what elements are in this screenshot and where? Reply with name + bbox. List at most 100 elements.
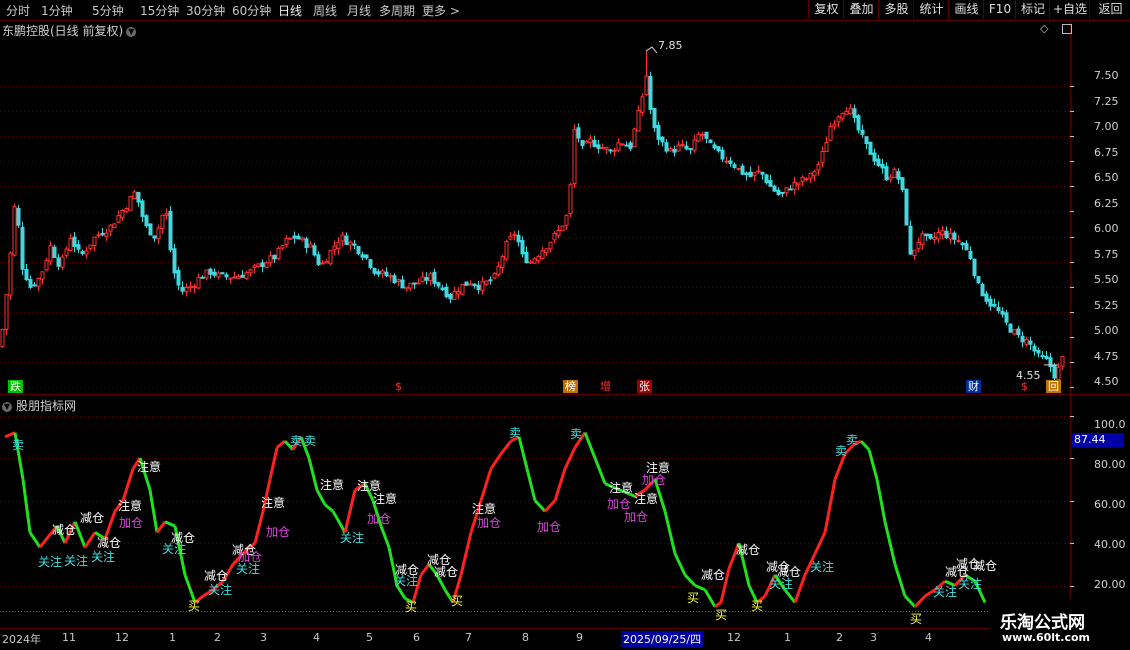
signal-label: 注意 [320,478,345,492]
signal-label: 卖 [304,434,317,448]
candle-body [752,172,757,177]
candle-body [864,136,869,145]
candle-body [372,267,377,274]
candle-body [404,286,409,290]
candle-body [68,237,73,251]
candle-body [380,270,385,274]
signal-label: 卖 [846,433,859,447]
time-tick: 3 [870,631,877,644]
candle-body [716,146,721,152]
indicator-segment [663,510,677,555]
candle-body [408,282,413,289]
candle-body [856,115,861,131]
candle-body [544,248,549,254]
main-chart-title[interactable]: 东鹏控股(日线 前复权) ▼ [2,22,137,39]
candle-body [516,234,521,243]
candle-body [496,265,501,276]
candle-body [280,245,285,249]
signal-label: 关注 [208,583,233,597]
window-icon[interactable] [1061,24,1072,34]
candle-body [788,188,793,191]
event-marker[interactable]: 榜 [563,380,578,393]
watermark-logo: 乐淘公式网 www.60lt.com [990,600,1130,650]
signal-label: 加仓 [477,516,502,530]
event-marker[interactable]: 跌 [8,380,23,393]
time-tick: 2 [214,631,221,644]
signal-label: 关注 [64,554,89,568]
candle-body [844,110,849,115]
candle-body [980,283,985,297]
candle-body [1060,356,1065,367]
event-marker[interactable]: 增 [598,380,613,393]
candle-body [728,160,733,164]
candle-body [792,182,797,190]
time-tick: 5 [366,631,373,644]
price-tick: 7.25 [1094,95,1119,108]
time-tick: 11 [62,631,76,644]
candle-body [0,328,5,348]
signal-label: 注意 [261,496,286,510]
candle-body [756,170,761,173]
candle-body [84,250,89,255]
candle-body [724,160,729,163]
candle-body [820,151,825,164]
event-marker[interactable]: 财 [966,380,981,393]
chevron-down-icon[interactable]: ▼ [126,26,137,37]
candle-body [72,236,77,247]
signal-label: 买 [188,599,201,613]
signal-label: 加仓 [624,510,649,524]
candle-body [272,254,277,260]
candle-body [912,249,917,257]
candle-body [356,245,361,255]
candle-body [208,268,213,275]
event-marker[interactable]: $ [1019,380,1030,393]
candle-body [744,172,749,176]
indicator-tick: 20.00 [1094,578,1126,591]
signal-label: 买 [687,591,700,605]
candle-body [140,200,145,217]
candle-body [944,230,949,238]
candle-body [1044,355,1049,360]
price-tick: 7.00 [1094,120,1119,133]
candle-body [324,261,329,264]
candle-body [1036,349,1041,354]
signal-label: 卖 [12,438,25,452]
candle-body [216,272,221,278]
candle-body [748,171,753,178]
event-marker[interactable]: 张 [637,380,652,393]
candle-body [504,240,509,260]
indicator-segment [307,457,319,491]
price-tick: 6.50 [1094,171,1119,184]
indicator-segment [913,595,927,608]
candle-body [948,232,953,240]
candle-body [448,293,453,300]
price-tick: 5.75 [1094,248,1119,261]
candle-body [180,286,185,292]
candle-body [616,142,621,151]
candle-body [572,129,577,184]
event-marker[interactable]: $ [393,380,404,393]
signal-label: 减仓 [52,523,77,537]
indicator-tick: 80.00 [1094,458,1126,471]
indicator-segment [499,440,513,455]
signal-label: 减仓 [80,511,105,525]
candle-body [228,277,233,280]
indicator-segment [867,449,879,480]
candle-body [248,269,253,274]
candle-body [812,171,817,177]
indicator-segment [683,573,697,587]
indicator-segment [343,489,357,533]
candle-body [776,189,781,196]
chevron-down-icon[interactable]: ▼ [2,401,12,412]
signal-label: 加仓 [642,473,667,487]
event-marker[interactable]: 回 [1046,380,1061,393]
candle-body [124,207,129,212]
candle-body [316,254,321,266]
indicator-tick: 100.0 [1094,418,1126,431]
candle-body [636,109,641,132]
candle-body [564,214,569,226]
indicator-segment [28,531,42,549]
indicator-title[interactable]: ▼ 股朋指标网 [2,397,76,414]
candle-body [620,143,625,146]
diamond-icon[interactable]: ◇ [1040,22,1048,35]
